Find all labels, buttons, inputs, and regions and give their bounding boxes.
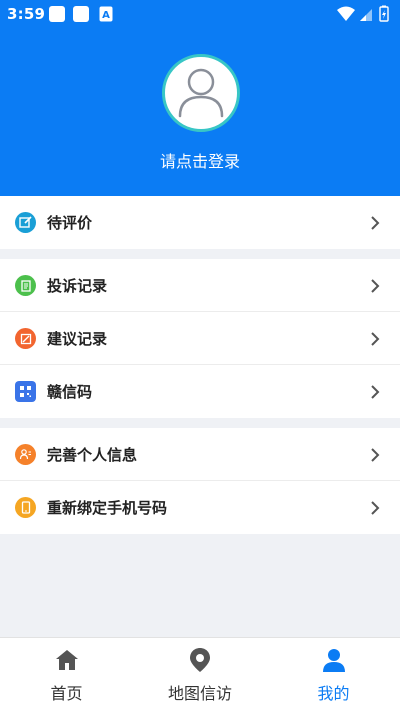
- system-status-icons: [336, 5, 392, 23]
- user-avatar-icon: [178, 68, 224, 118]
- wifi-icon: [337, 6, 355, 21]
- chevron-right-icon: [370, 215, 380, 231]
- chevron-right-icon: [370, 384, 380, 400]
- chevron-right-icon: [370, 500, 380, 516]
- tab-label: 首页: [50, 684, 83, 703]
- status-bar: 3:59 A: [0, 0, 400, 28]
- phone-icon: [15, 497, 36, 518]
- chevron-right-icon: [370, 331, 380, 347]
- menu-item-pending-review[interactable]: 待评价: [0, 196, 400, 249]
- profile-header: 3:59 A 请点击登录: [0, 0, 400, 196]
- menu-group-records: 投诉记录 建议记录 赣信码: [0, 259, 400, 418]
- tab-home[interactable]: 首页: [0, 638, 133, 712]
- login-prompt[interactable]: 请点击登录: [0, 148, 400, 172]
- menu-item-complaint-records[interactable]: 投诉记录: [0, 259, 400, 312]
- person-icon: [321, 647, 347, 673]
- qr-code-icon: [15, 381, 36, 402]
- home-icon: [54, 647, 80, 673]
- menu-item-label: 重新绑定手机号码: [47, 499, 168, 517]
- menu-item-label: 建议记录: [47, 330, 108, 348]
- signal-icon: [360, 9, 372, 21]
- tab-label: 地图信访: [167, 684, 232, 703]
- bottom-tab-bar: 首页 地图信访 我的: [0, 637, 400, 712]
- chevron-right-icon: [370, 278, 380, 294]
- avatar[interactable]: [162, 54, 240, 132]
- menu-item-label: 完善个人信息: [47, 446, 138, 464]
- menu-group-reviews: 待评价: [0, 196, 400, 249]
- menu-item-health-code[interactable]: 赣信码: [0, 365, 400, 418]
- document-icon: [15, 275, 36, 296]
- menu-item-complete-profile[interactable]: 完善个人信息: [0, 428, 400, 481]
- menu-group-account: 完善个人信息 重新绑定手机号码: [0, 428, 400, 534]
- notification-icon: [73, 6, 89, 22]
- pencil-note-icon: [15, 328, 36, 349]
- notification-icon: [49, 6, 65, 22]
- chevron-right-icon: [370, 447, 380, 463]
- edit-icon: [15, 212, 36, 233]
- menu-item-label: 待评价: [47, 214, 93, 232]
- notif-letter: A: [102, 10, 110, 21]
- tab-label: 我的: [317, 684, 350, 703]
- menu-item-label: 投诉记录: [47, 277, 108, 295]
- tab-map-petition[interactable]: 地图信访: [133, 638, 267, 712]
- status-time: 3:59: [7, 5, 46, 23]
- tab-mine[interactable]: 我的: [267, 638, 400, 712]
- battery-icon: [379, 5, 389, 22]
- map-pin-icon: [187, 647, 213, 673]
- menu-item-label: 赣信码: [47, 383, 93, 401]
- menu-item-rebind-phone[interactable]: 重新绑定手机号码: [0, 481, 400, 534]
- menu-item-suggestion-records[interactable]: 建议记录: [0, 312, 400, 365]
- keyboard-notification-icon: A: [99, 6, 113, 22]
- user-card-icon: [15, 444, 36, 465]
